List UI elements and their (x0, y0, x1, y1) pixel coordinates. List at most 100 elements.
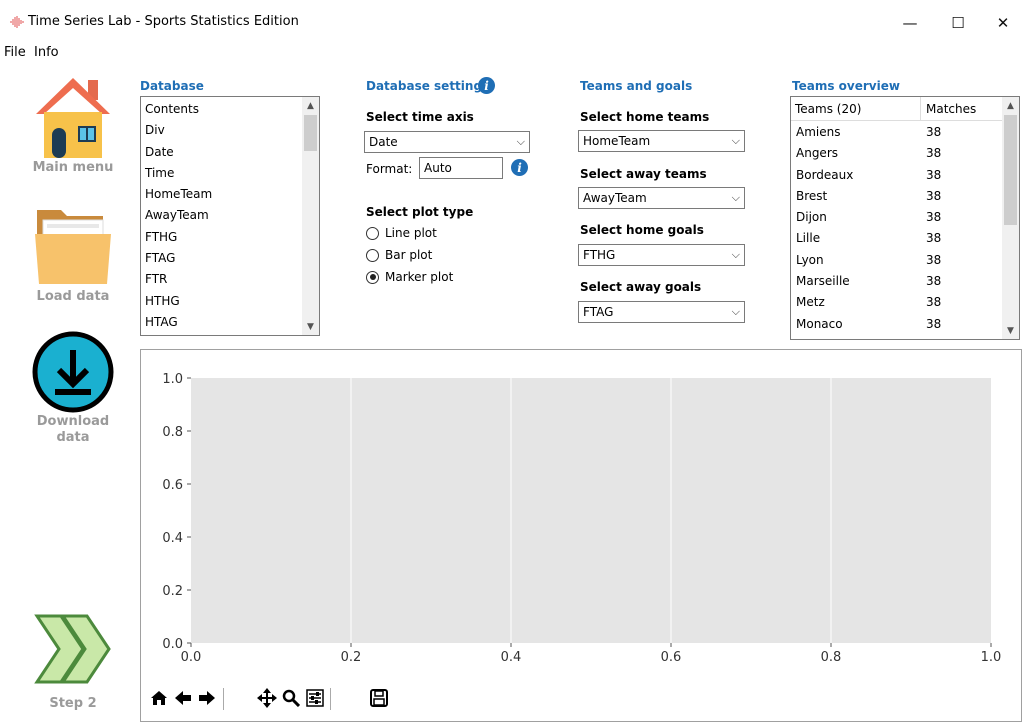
configure-icon[interactable] (304, 686, 326, 710)
maximize-button[interactable]: ☐ (935, 8, 981, 38)
matches-cell: 38 (926, 210, 942, 225)
list-item[interactable]: HomeTeam (141, 184, 319, 205)
database-list[interactable]: Contents Div Date Time HomeTeam AwayTeam FTHG F… (140, 96, 320, 336)
download-data-label-1: Download (36, 414, 110, 429)
matches-cell: 38 (926, 167, 942, 182)
time-axis-label: Select time axis (366, 110, 474, 124)
plot-type-radio[interactable]: Bar plot (366, 248, 432, 262)
home-teams-select[interactable]: HomeTeam ⌵ (578, 130, 745, 152)
list-item[interactable]: FTHG (141, 227, 319, 248)
team-name-cell: Brest (796, 188, 828, 203)
scroll-thumb[interactable] (304, 115, 317, 151)
teams-scrollbar[interactable]: ▲ ▼ (1002, 97, 1019, 339)
radio-circle-icon[interactable] (366, 270, 379, 284)
home-icon[interactable] (148, 686, 170, 710)
table-row[interactable]: Bordeaux 38 (791, 165, 1004, 186)
teams-goals-title: Teams and goals (580, 79, 693, 93)
table-row[interactable]: Amiens 38 (791, 122, 1004, 143)
menu-file[interactable]: File (4, 45, 26, 60)
back-icon[interactable] (172, 686, 194, 710)
chevron-down-icon: ⌵ (731, 191, 740, 204)
load-data-label: Load data (36, 289, 110, 304)
info-icon[interactable]: i (478, 77, 495, 94)
y-tick-label: 0.8 (162, 425, 183, 440)
save-icon[interactable] (368, 686, 390, 710)
load-data-button[interactable]: Load data (20, 204, 126, 305)
table-row[interactable]: Metz 38 (791, 292, 1004, 313)
format-label: Format: (366, 162, 413, 176)
scroll-down-icon[interactable]: ▼ (302, 318, 319, 335)
away-teams-value: AwayTeam (583, 191, 647, 205)
menu-info[interactable]: Info (34, 45, 59, 60)
main-menu-button[interactable]: Main menu (20, 76, 126, 176)
away-goals-value: FTAG (583, 305, 614, 319)
matches-cell: 38 (926, 146, 942, 161)
chevron-down-icon: ⌵ (516, 135, 525, 148)
plot-canvas[interactable]: 0.0 0.2 0.4 0.6 0.8 1.0 0.0 0.2 0.4 0.6 0.8 1.0 (141, 350, 1021, 680)
table-row[interactable]: Lyon 38 (791, 250, 1004, 271)
list-item[interactable]: Date (141, 142, 319, 163)
y-tick-label: 0.0 (162, 637, 183, 652)
table-row[interactable]: Brest 38 (791, 186, 1004, 207)
list-item[interactable]: Contents (141, 99, 319, 120)
x-tick-label: 0.4 (501, 650, 522, 665)
y-tick-label: 1.0 (162, 372, 183, 387)
scroll-thumb[interactable] (1004, 115, 1017, 225)
list-item[interactable]: FTR (141, 269, 319, 290)
list-item[interactable]: AwayTeam (141, 205, 319, 226)
home-goals-select[interactable]: FTHG ⌵ (578, 244, 745, 266)
table-header: Teams (20) Matches (791, 97, 1019, 121)
table-row[interactable]: Marseille 38 (791, 271, 1004, 292)
database-scrollbar[interactable]: ▲ ▼ (302, 97, 319, 335)
away-goals-label: Select away goals (580, 280, 702, 294)
radio-circle-icon[interactable] (366, 226, 379, 240)
table-row[interactable]: Dijon 38 (791, 207, 1004, 228)
plot-type-radio[interactable]: Marker plot (366, 270, 453, 284)
radio-label: Marker plot (385, 270, 454, 284)
team-name-cell: Dijon (796, 210, 827, 225)
table-row[interactable]: Monaco 38 (791, 314, 1004, 335)
team-name-cell: Monaco (796, 316, 843, 331)
time-axis-select[interactable]: Date ⌵ (364, 131, 530, 153)
list-item[interactable]: FTAG (141, 248, 319, 269)
step2-button[interactable]: Step 2 (20, 612, 126, 712)
teams-overview-table[interactable]: Teams (20) Matches Amiens 38 Angers 38 Borde… (790, 96, 1020, 340)
list-item[interactable]: Div (141, 120, 319, 141)
x-tick-label: 1.0 (981, 650, 1002, 665)
col-teams-header[interactable]: Teams (20) (791, 97, 861, 121)
database-settings-title: Database settings (366, 79, 490, 93)
table-row[interactable]: Lille 38 (791, 228, 1004, 249)
x-tick-label: 0.8 (821, 650, 842, 665)
plot-area (191, 378, 991, 643)
folder-icon (35, 210, 111, 284)
list-item[interactable]: HTAG (141, 312, 319, 333)
format-input[interactable]: Auto (419, 157, 503, 179)
list-item[interactable]: Time (141, 163, 319, 184)
scroll-down-icon[interactable]: ▼ (1002, 322, 1019, 339)
plot-type-radio[interactable]: Line plot (366, 226, 437, 240)
download-data-label-2: data (56, 430, 90, 445)
team-name-cell: Lyon (796, 252, 824, 267)
col-matches-header[interactable]: Matches (922, 97, 976, 121)
zoom-icon[interactable] (280, 686, 302, 710)
forward-icon[interactable] (196, 686, 218, 710)
minimize-button[interactable]: — (887, 8, 933, 38)
chevron-down-icon: ⌵ (731, 305, 740, 318)
database-title: Database (140, 79, 204, 93)
double-chevron-right-icon (34, 614, 111, 684)
scroll-up-icon[interactable]: ▲ (1002, 97, 1019, 114)
away-goals-select[interactable]: FTAG ⌵ (578, 301, 745, 323)
list-item[interactable]: HTHG (141, 291, 319, 312)
away-teams-select[interactable]: AwayTeam ⌵ (578, 187, 745, 209)
radio-circle-icon[interactable] (366, 248, 379, 262)
format-info-icon[interactable]: i (511, 159, 528, 176)
table-row[interactable]: Angers 38 (791, 143, 1004, 164)
y-tick-label: 0.6 (162, 478, 183, 493)
scroll-up-icon[interactable]: ▲ (302, 97, 319, 114)
x-tick-label: 0.0 (181, 650, 202, 665)
app-logo-icon (10, 16, 24, 28)
team-name-cell: Angers (796, 146, 838, 161)
pan-icon[interactable] (256, 686, 278, 710)
download-data-button[interactable]: Download data (20, 330, 126, 446)
close-button[interactable]: ✕ (980, 8, 1025, 38)
